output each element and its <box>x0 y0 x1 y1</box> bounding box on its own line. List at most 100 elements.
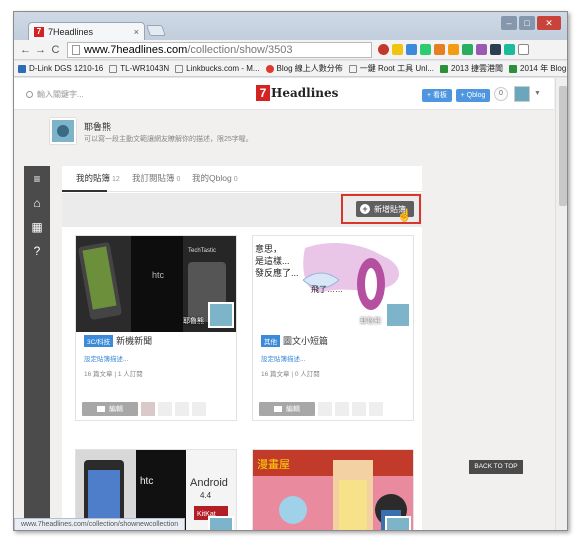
bookmark-item[interactable]: Linkbucks.com - M... <box>175 64 260 73</box>
browser-tab[interactable]: 7 7Headlines × <box>28 22 145 40</box>
browser-toolbar: ← → C www.7headlines.com /collection/sho… <box>14 40 567 60</box>
mini-thumbnail <box>318 402 332 416</box>
bookmark-icon <box>509 64 518 73</box>
board-description-link[interactable]: 設定貼簿描述... <box>261 353 328 363</box>
grid-icon[interactable]: ▦ <box>24 216 50 238</box>
mini-thumbnail[interactable] <box>141 402 155 416</box>
page-icon <box>72 44 80 55</box>
edit-button[interactable]: 編輯 <box>82 402 138 416</box>
back-to-top-button[interactable]: BACK TO TOP <box>469 460 523 474</box>
hand-cursor-icon: ☝ <box>397 208 412 222</box>
browser-window: 7 7Headlines × – □ ✕ ← → C www.7headline… <box>13 11 568 531</box>
mini-thumbnail <box>192 402 206 416</box>
boards-panel: 我的貼簿 12 我訂閱貼簿 0 我的Qblog 0 + 新增貼簿 ☝ htc T… <box>62 166 422 530</box>
board-card[interactable]: htc TechTastic 耶魯熊 3C/科技 新機新聞 設定貼簿描述... 1… <box>75 235 237 421</box>
owner-avatar[interactable] <box>385 516 411 530</box>
stop-icon[interactable] <box>378 44 389 55</box>
profile-name: 耶魯熊 <box>84 122 112 132</box>
back-icon[interactable]: ← <box>18 44 33 56</box>
extension-icon[interactable] <box>448 44 459 55</box>
bookmark-item[interactable]: 2013 捷雲港聞 <box>440 63 503 74</box>
bookmark-item[interactable]: D-Link DGS 1210-16 <box>18 64 103 73</box>
page-scrollbar[interactable] <box>555 78 567 530</box>
edit-button[interactable]: 編輯 <box>259 402 315 416</box>
mini-thumbnail <box>335 402 349 416</box>
speech-text-2: 飛了…… <box>311 285 343 294</box>
search-placeholder: 輸入關鍵字... <box>37 90 84 99</box>
android-text: Android <box>190 477 228 489</box>
profile-description[interactable]: 可以寫一段主動文範讓網友瞭解你的描述，限25字喔。 <box>84 134 253 144</box>
extension-icon[interactable] <box>420 44 431 55</box>
extension-icon[interactable] <box>504 44 515 55</box>
techtastic-text: TechTastic <box>188 248 216 254</box>
owner-avatar[interactable] <box>208 302 234 328</box>
bookmark-icon <box>18 64 26 73</box>
tab-subscribed-boards[interactable]: 我訂閱貼簿 0 <box>132 172 180 184</box>
board-card[interactable]: 意思，是這樣...發反應了... 飛了…… 耶魯熊 其他 圖文小短篇 設定貼簿描述… <box>252 235 414 421</box>
site-favicon: 7 <box>34 26 44 37</box>
board-card[interactable]: 漫畫屋 <box>252 449 414 530</box>
board-stats: 16 篇文章 | 1 人訂閱 <box>84 371 143 378</box>
status-bar: www.7headlines.com/collection/shownewcol… <box>14 518 186 530</box>
bookmark-icon <box>348 64 357 73</box>
board-owner: 耶魯熊 <box>360 318 381 325</box>
site-search[interactable]: 輸入關鍵字... <box>26 89 84 100</box>
tab-strip: 7 7Headlines × – □ ✕ <box>14 12 567 40</box>
edit-label: 編輯 <box>109 406 123 413</box>
board-title[interactable]: 圖文小短篇 <box>283 336 328 346</box>
htc-logo-text: htc <box>140 476 153 487</box>
side-navigation: ≡ ⌂ ▦ ? <box>24 166 50 530</box>
category-tag[interactable]: 3C/科技 <box>84 335 114 347</box>
edit-icon <box>274 406 282 412</box>
board-info: 其他 圖文小短篇 設定貼簿描述... 16 篇文章 | 0 人訂閱 <box>261 334 328 378</box>
extension-icon[interactable] <box>490 44 501 55</box>
url-path: /collection/show/3503 <box>187 43 293 56</box>
home-icon[interactable]: ⌂ <box>24 192 50 214</box>
tab-my-qblog[interactable]: 我的Qblog 0 <box>192 172 238 184</box>
close-window-button[interactable]: ✕ <box>537 16 561 30</box>
profile-avatar[interactable] <box>50 118 76 144</box>
board-description-link[interactable]: 設定貼簿描述... <box>84 353 152 363</box>
user-avatar[interactable] <box>514 86 530 102</box>
forward-icon[interactable]: → <box>33 44 48 56</box>
address-bar[interactable]: www.7headlines.com /collection/show/3503 <box>67 41 372 58</box>
new-tab-button[interactable] <box>145 25 167 36</box>
tab-count: 0 <box>176 176 181 183</box>
reload-icon[interactable]: C <box>48 44 63 56</box>
bookmark-item[interactable]: Blog 線上人數分佈 <box>265 63 343 74</box>
tab-count: 0 <box>233 176 238 183</box>
bookmark-item[interactable]: 2014 年 Blog 流量... <box>509 63 567 74</box>
add-qblog-button[interactable]: + Qblog <box>456 89 490 102</box>
category-tag[interactable]: 其他 <box>261 335 280 347</box>
bookmark-label: 2013 捷雲港聞 <box>451 64 504 73</box>
extension-icon[interactable] <box>476 44 487 55</box>
extension-icon[interactable] <box>406 44 417 55</box>
chevron-down-icon[interactable]: ▼ <box>534 90 541 97</box>
extension-icon[interactable] <box>434 44 445 55</box>
bookmarks-bar: D-Link DGS 1210-16 TL-WR1043N Linkbucks.… <box>14 61 567 77</box>
page-viewport: 輸入關鍵字... 7 Headlines + 看板 + Qblog 0 ▼ 耶魯… <box>14 78 567 530</box>
help-icon[interactable]: ? <box>24 240 50 262</box>
tab-label: 我的貼簿 <box>76 173 111 183</box>
menu-icon[interactable] <box>518 44 529 55</box>
notification-count[interactable]: 0 <box>494 87 508 101</box>
menu-icon[interactable]: ≡ <box>24 168 50 190</box>
tab-my-boards[interactable]: 我的貼簿 12 <box>76 172 120 184</box>
extension-icon[interactable] <box>462 44 473 55</box>
add-board-button[interactable]: + 看板 <box>422 89 452 102</box>
tab-close-icon[interactable]: × <box>134 27 139 37</box>
mini-thumbnail <box>352 402 366 416</box>
minimize-button[interactable]: – <box>501 16 517 30</box>
scrollbar-thumb[interactable] <box>559 86 567 206</box>
owner-avatar[interactable] <box>208 516 234 530</box>
edit-icon <box>97 406 105 412</box>
maximize-button[interactable]: □ <box>519 16 535 30</box>
bookmark-item[interactable]: TL-WR1043N <box>109 64 169 73</box>
window-controls: – □ ✕ <box>501 16 561 30</box>
owner-avatar[interactable] <box>385 302 411 328</box>
site-logo[interactable]: 7 Headlines <box>256 85 338 101</box>
bookmark-item[interactable]: 一鍵 Root 工具 Unl... <box>348 63 434 74</box>
bookmark-icon <box>440 64 449 73</box>
board-title[interactable]: 新機新聞 <box>116 336 152 346</box>
star-icon[interactable] <box>392 44 403 55</box>
